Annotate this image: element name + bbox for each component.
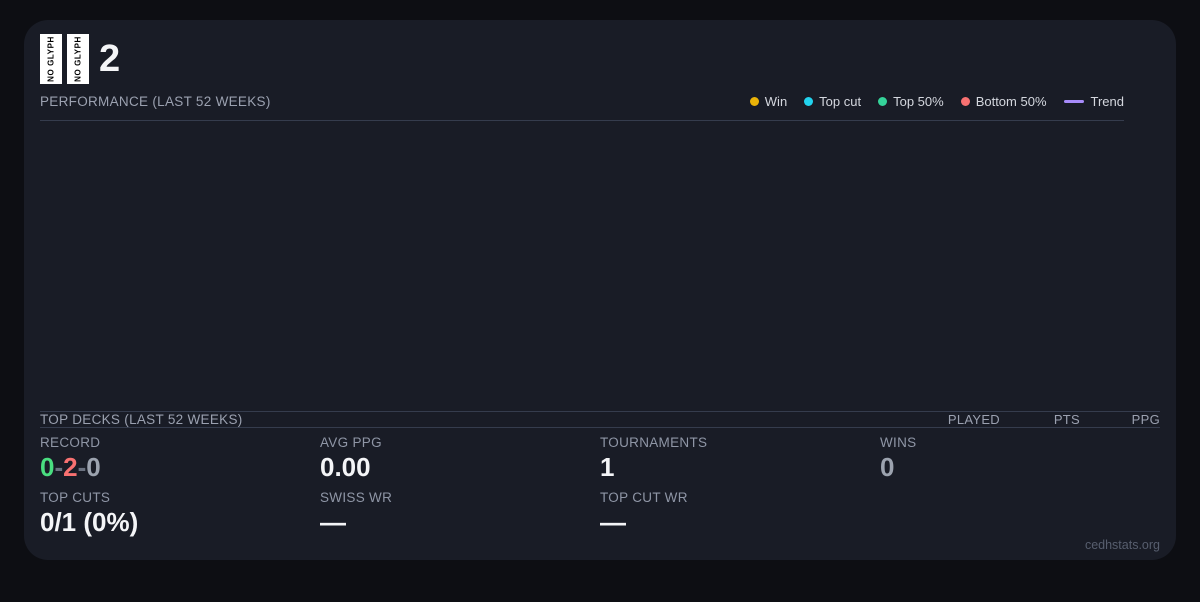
top-cut-dot-icon	[804, 97, 814, 106]
record-draws: 0	[86, 452, 101, 482]
trend-line-icon	[1063, 100, 1084, 103]
legend-item-top-cut[interactable]: Top cut	[804, 94, 861, 109]
top-cuts-value: 0/1 (0%)	[40, 506, 139, 537]
stat-wins: WINS 0	[880, 435, 1160, 483]
stat-label: TOURNAMENTS	[600, 435, 708, 450]
record-losses: 2	[63, 452, 78, 482]
stat-avg-ppg: AVG PPG 0.00	[320, 435, 600, 483]
win-dot-icon	[749, 97, 759, 106]
stat-label: RECORD	[40, 435, 101, 450]
stat-label: SWISS WR	[320, 489, 393, 505]
summary-stats: RECORD 0-2-0 AVG PPG 0.00 TOURNAMENTS 1 …	[40, 435, 1160, 538]
missing-glyph-label: NO GLYPH	[73, 36, 83, 82]
legend-item-win[interactable]: Win	[749, 94, 788, 109]
column-header-pts: PTS	[1053, 412, 1080, 427]
stat-top-cuts: TOP CUTS 0/1 (0%)	[40, 490, 320, 538]
performance-heading: PERFORMANCE (LAST 52 WEEKS)	[40, 94, 271, 109]
stat-label: WINS	[880, 435, 917, 450]
top-decks-heading: TOP DECKS (LAST 52 WEEKS)	[40, 412, 243, 427]
record-sep: -	[54, 452, 64, 482]
avg-ppg-value: 0.00	[320, 452, 371, 482]
stat-label: TOP CUT WR	[600, 489, 688, 505]
legend-item-bottom-50[interactable]: Bottom 50%	[960, 94, 1047, 109]
stat-label: AVG PPG	[320, 435, 382, 450]
chart-legend: Win Top cut Top 50% Bottom 50% Trend	[749, 94, 1124, 109]
tournaments-value: 1	[600, 452, 615, 482]
legend-label: Top cut	[819, 94, 862, 109]
bottom-50-dot-icon	[960, 97, 970, 106]
record-value: 0-2-0	[40, 452, 320, 483]
stat-label: TOP CUTS	[40, 489, 111, 505]
legend-label: Trend	[1090, 94, 1124, 109]
site-watermark[interactable]: cedhstats.org	[40, 538, 1160, 554]
stat-top-cut-wr: TOP CUT WR —	[600, 490, 880, 538]
top-cut-wr-value: —	[600, 506, 626, 537]
performance-chart	[40, 121, 1160, 411]
legend-label: Win	[764, 94, 788, 109]
legend-label: Top 50%	[893, 94, 944, 109]
record-sep: -	[77, 452, 87, 482]
legend-item-top-50[interactable]: Top 50%	[878, 94, 944, 109]
page-title: 2	[99, 38, 121, 80]
top-decks-column-headers: PLAYED PTS PPG	[920, 412, 1160, 427]
swiss-wr-value: —	[320, 506, 346, 537]
wins-value: 0	[880, 452, 895, 482]
legend-label: Bottom 50%	[975, 94, 1047, 109]
top-decks-section-header: TOP DECKS (LAST 52 WEEKS) PLAYED PTS PPG	[40, 411, 1160, 428]
stat-tournaments: TOURNAMENTS 1	[600, 435, 880, 483]
missing-glyph-label: NO GLYPH	[46, 36, 56, 82]
top-50-dot-icon	[878, 97, 888, 106]
stat-empty-cell	[880, 490, 1160, 538]
missing-glyph-box: NO GLYPH	[67, 34, 89, 84]
legend-item-trend[interactable]: Trend	[1063, 94, 1124, 109]
performance-section-header: PERFORMANCE (LAST 52 WEEKS) Win Top cut …	[40, 94, 1124, 121]
column-header-ppg: PPG	[1131, 412, 1160, 427]
column-header-played: PLAYED	[947, 412, 1000, 427]
stats-card: NO GLYPH NO GLYPH 2 PERFORMANCE (LAST 52…	[24, 20, 1176, 560]
stat-record: RECORD 0-2-0	[40, 435, 320, 483]
deck-title: NO GLYPH NO GLYPH 2	[40, 34, 1160, 84]
missing-glyph-box: NO GLYPH	[40, 34, 62, 84]
stat-swiss-wr: SWISS WR —	[320, 490, 600, 538]
record-wins: 0	[40, 452, 55, 482]
